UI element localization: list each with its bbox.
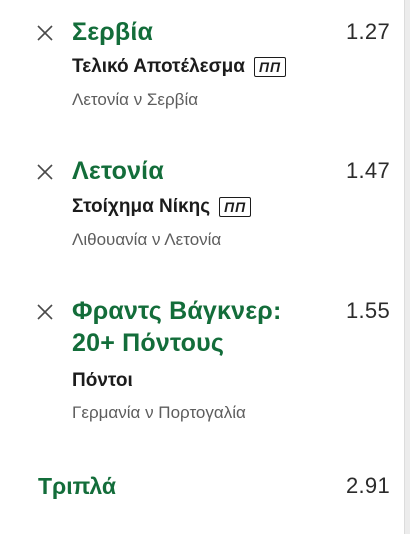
event-name: Γερμανία ν Πορτογαλία [72, 403, 246, 422]
remove-selection-button[interactable] [34, 22, 56, 44]
selection-name: Φραντς Βάγκνερ: 20+ Πόντους [72, 297, 282, 357]
event-name: Λετονία ν Σερβία [72, 90, 199, 109]
market-row: Πόντοι [72, 368, 133, 394]
close-icon [37, 25, 53, 41]
market-row: Τελικό Αποτέλεσμα ΠΠ [72, 54, 287, 80]
market-name: Πόντοι [72, 370, 133, 391]
remove-selection-button[interactable] [34, 161, 56, 183]
market-name: Τελικό Αποτέλεσμα [72, 56, 245, 77]
close-icon [37, 164, 53, 180]
selection-odds[interactable]: 1.55 [346, 295, 390, 327]
pp-badge: ΠΠ [219, 197, 252, 217]
event-name: Λιθουανία ν Λετονία [72, 230, 222, 249]
selection-name: Λετονία [72, 157, 164, 185]
market-name: Στοίχημα Νίκης [72, 196, 211, 217]
bet-slip-panel: Σερβία 1.27 Τελικό Αποτέλεσμα ΠΠ Λετονία… [0, 0, 405, 534]
bet-type-label: Τριπλά [38, 473, 117, 499]
selection-odds[interactable]: 1.27 [346, 16, 390, 48]
total-odds: 2.91 [345, 473, 390, 498]
pp-badge: ΠΠ [253, 57, 287, 77]
market-row: Στοίχημα Νίκης ΠΠ [72, 194, 252, 220]
selection-name: Σερβία [72, 18, 154, 46]
selection-odds[interactable]: 1.47 [346, 155, 390, 187]
close-icon [37, 304, 53, 320]
remove-selection-button[interactable] [34, 301, 56, 323]
